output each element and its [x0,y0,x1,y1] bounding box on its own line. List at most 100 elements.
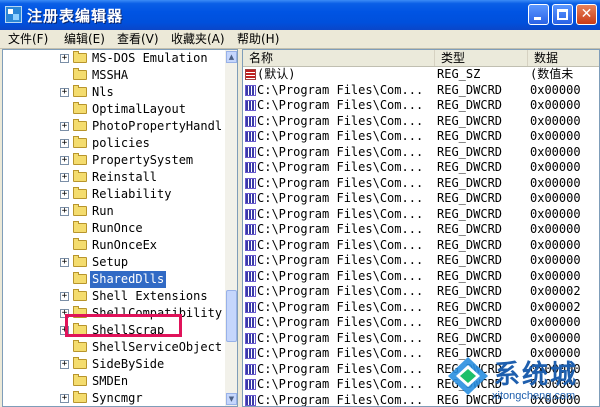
value-data: 0x00000 [530,175,581,190]
value-data: 0x00000 [530,129,581,143]
close-button[interactable]: ✕ [576,4,597,25]
tree-item[interactable]: + Nls [3,84,225,101]
value-data: 0x00000 [530,144,581,159]
maximize-button[interactable] [552,4,573,25]
value-row[interactable]: C:\Program Files\Com... REG_DWCRD 0x00000 [243,191,599,207]
tree-item[interactable]: + Reliability [3,186,225,203]
expand-plus-icon[interactable]: + [60,139,69,148]
menu-view[interactable]: 查看(V) [117,31,159,47]
expand-plus-icon[interactable]: + [60,258,69,267]
tree-item-label: RunOnce [92,221,143,235]
column-header-name[interactable]: 名称 [243,50,435,66]
tree-item-label: ShellServiceObject [92,340,223,354]
tree-item[interactable]: RunOnceEx [3,237,225,254]
value-row[interactable]: C:\Program Files\Com... REG_DWCRD 0x00000 [243,175,599,192]
value-type: REG_DWCRD [437,82,503,97]
value-type: REG_DWCRD [437,222,503,236]
tree-item[interactable]: + SideBySide [3,356,225,373]
expand-plus-icon[interactable]: + [60,292,69,301]
value-row[interactable]: C:\Program Files\Com... REG_DWCRD 0x00000 [243,82,599,99]
value-data: 0x00000 [530,82,581,97]
value-row[interactable]: (默认) REG_SZ (数值未 [243,67,599,83]
folder-icon [73,204,87,216]
value-data: 0x00000 [530,206,581,221]
tree-item[interactable]: MSSHA [3,67,225,84]
tree-item[interactable]: RunOnce [3,220,225,237]
tree-item-label: Reliability [92,187,172,201]
value-data: 0x00000 [530,191,581,205]
scroll-up-arrow[interactable]: ▲ [226,51,237,63]
registry-key-tree[interactable]: + MS-DOS Emulation MSSHA + Nls OptimalLayout +… [2,49,238,407]
tree-item[interactable]: SharedDlls [3,271,225,288]
tree-item[interactable]: SMDEn [3,373,225,390]
value-row[interactable]: C:\Program Files\Com... REG_DWCRD 0x00000 [243,330,599,347]
value-row[interactable]: C:\Program Files\Com... REG_DWCRD 0x00000 [243,206,599,223]
tree-item[interactable]: OptimalLayout [3,101,225,118]
folder-icon [73,51,87,63]
folder-icon [73,153,87,165]
menu-favorites[interactable]: 收藏夹(A) [171,31,225,47]
tree-item[interactable]: + MS-DOS Emulation [3,50,225,67]
tree-item[interactable]: + Setup [3,254,225,271]
value-name: C:\Program Files\Com... [257,284,424,298]
expand-plus-icon[interactable]: + [60,54,69,63]
tree-item[interactable]: + Syncmgr [3,390,225,406]
folder-icon [73,238,87,250]
menu-file[interactable]: 文件(F) [8,31,48,47]
value-row[interactable]: C:\Program Files\Com... REG_DWCRD 0x00000 [243,253,599,269]
expand-plus-icon[interactable]: + [60,190,69,199]
tree-item[interactable]: + PropertySystem [3,152,225,169]
tree-item[interactable]: + Run [3,203,225,220]
value-row[interactable]: C:\Program Files\Com... REG_DWCRD 0x00000 [243,114,599,130]
binary-value-icon [245,348,256,359]
folder-icon [73,374,87,386]
value-data: (数值未 [530,67,574,81]
scroll-down-arrow[interactable]: ▼ [226,393,237,405]
value-row[interactable]: C:\Program Files\Com... REG_DWCRD 0x00000 [243,315,599,331]
string-value-icon [245,69,256,80]
tree-item[interactable]: + Reinstall [3,169,225,186]
value-row[interactable]: C:\Program Files\Com... REG_DWCRD 0x00000 [243,144,599,161]
value-type: REG_DWCRD [437,160,503,174]
binary-value-icon [245,193,256,204]
value-type: REG_DWCRD [437,284,503,298]
value-row[interactable]: C:\Program Files\Com... REG_DWCRD 0x00000 [243,269,599,285]
expand-plus-icon[interactable]: + [60,122,69,131]
column-header-type[interactable]: 类型 [435,50,528,66]
tree-item-label: Syncmgr [92,391,143,405]
value-row[interactable]: C:\Program Files\Com... REG_DWCRD 0x00002 [243,284,599,300]
expand-plus-icon[interactable]: + [60,88,69,97]
folder-icon [73,357,87,369]
value-name: C:\Program Files\Com... [257,330,424,345]
expand-plus-icon[interactable]: + [60,207,69,216]
folder-icon [73,102,87,114]
column-header-data[interactable]: 数据 [528,50,599,66]
tree-item[interactable]: ShellServiceObject [3,339,225,356]
tree-item-label: SharedDlls [90,271,167,288]
tree-item[interactable]: + Shell Extensions [3,288,225,305]
tree-item[interactable]: + policies [3,135,225,152]
menu-edit[interactable]: 编辑(E) [64,31,105,47]
value-row[interactable]: C:\Program Files\Com... REG_DWCRD 0x00000 [243,222,599,238]
value-row[interactable]: C:\Program Files\Com... REG_DWCRD 0x00000 [243,98,599,114]
tree-item[interactable]: + PhotoPropertyHandl [3,118,225,135]
folder-icon [73,85,87,97]
menu-help[interactable]: 帮助(H) [237,31,279,47]
expand-plus-icon[interactable]: + [60,394,69,403]
value-row[interactable]: C:\Program Files\Com... REG_DWCRD 0x00000 [243,129,599,145]
expand-plus-icon[interactable]: + [60,360,69,369]
value-row[interactable]: C:\Program Files\Com... REG_DWCRD 0x00002 [243,300,599,316]
tree-item-label: policies [92,136,150,150]
expand-plus-icon[interactable]: + [60,156,69,165]
title-bar[interactable]: 注册表编辑器 ✕ [0,0,600,30]
value-row[interactable]: C:\Program Files\Com... REG_DWCRD 0x00000 [243,160,599,176]
folder-icon [73,119,87,131]
minimize-button[interactable] [528,4,549,25]
value-row[interactable]: C:\Program Files\Com... REG_DWCRD 0x00000 [243,238,599,254]
expand-plus-icon[interactable]: + [60,173,69,182]
tree-vertical-scrollbar[interactable]: ▲ ▼ [225,50,237,406]
value-type: REG_DWCRD [437,191,503,205]
binary-value-icon [245,84,256,96]
folder-icon [73,272,87,284]
scrollbar-thumb[interactable] [226,290,237,342]
